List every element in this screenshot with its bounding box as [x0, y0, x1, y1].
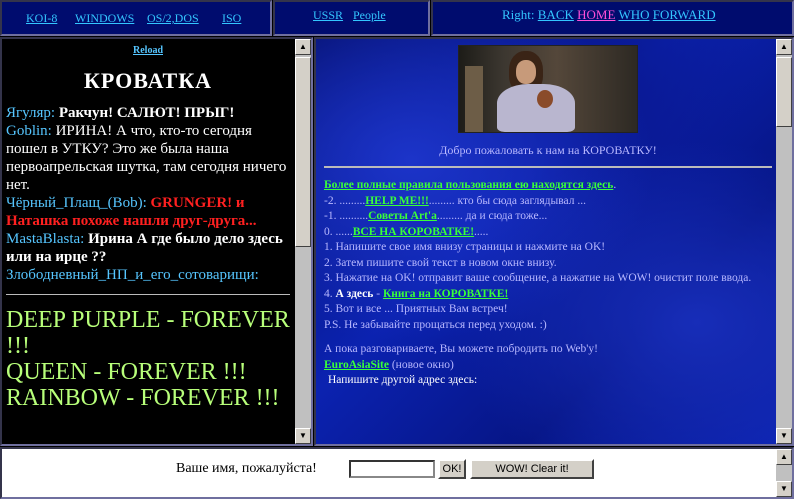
big-line: QUEEN - FOREVER !!! — [6, 359, 247, 385]
welcome-text: Добро пожаловать к нам на КОРОВАТКУ! — [439, 143, 657, 157]
scroll-down-arrow-icon[interactable]: ▼ — [776, 428, 792, 444]
chat-frame: Reload КРОВАТКА Ягуляр: Ракчун! САЛЮТ! П… — [0, 37, 313, 446]
scroll-up-arrow-icon[interactable]: ▲ — [776, 449, 792, 465]
message-user: Злободневный_НП_и_его_сотоварищи — [6, 267, 255, 283]
scroll-thumb[interactable] — [776, 57, 792, 127]
scroll-up-arrow-icon[interactable]: ▲ — [295, 39, 311, 55]
input-frame: Ваше имя, пожалуйста! OK! WOW! Clear it!… — [0, 447, 794, 499]
step-1: 1. Напишите свое имя внизу страницы и на… — [324, 241, 606, 253]
step-2: 2. Затем пишите свой текст в новом окне … — [324, 256, 557, 269]
full-rules-link[interactable]: Более полные правила пользования ею нахо… — [324, 179, 613, 191]
links-frame: USSR People — [273, 0, 430, 36]
chat-message: Злободневный_НП_и_его_сотоварищи: — [6, 267, 259, 283]
forward-link[interactable]: FORWARD — [653, 7, 716, 22]
scroll-down-arrow-icon[interactable]: ▼ — [776, 481, 792, 497]
chat-message: MastaBlasta: Ирина А где было дело здесь… — [6, 231, 283, 265]
who-link[interactable]: WHO — [618, 7, 649, 22]
message-text: Ракчун! САЛЮТ! ПРЫГ! — [58, 105, 235, 121]
encoding-iso-link[interactable]: ISO — [222, 11, 241, 26]
info-content: Добро пожаловать к нам на КОРОВАТКУ! Бол… — [324, 45, 772, 389]
art-advice-link[interactable]: Советы Art'a — [368, 210, 437, 222]
divider — [6, 294, 290, 295]
message-user: Ягуляр — [6, 105, 51, 121]
name-label: Ваше имя, пожалуйста! — [176, 461, 317, 476]
reload-link[interactable]: Reload — [6, 45, 290, 56]
help-me-link[interactable]: HELP ME!!! — [365, 195, 429, 207]
info-frame: Добро пожаловать к нам на КОРОВАТКУ! Бол… — [314, 37, 794, 446]
other-address-label: Напишите другой адрес здесь: — [328, 374, 478, 386]
big-line: RAINBOW - FOREVER !!! — [6, 385, 280, 411]
ok-button[interactable]: OK! — [438, 459, 466, 479]
input-scrollbar[interactable]: ▲ ▼ — [776, 449, 792, 497]
euroasiasite-link[interactable]: EuroAsiaSite — [324, 359, 389, 371]
encoding-windows-link[interactable]: WINDOWS — [75, 11, 134, 26]
teddy-bear-icon — [537, 90, 553, 108]
scroll-down-arrow-icon[interactable]: ▼ — [295, 428, 311, 444]
message-user: MastaBlasta — [6, 231, 81, 247]
rules-list: Более полные правила пользования ею нахо… — [324, 178, 772, 389]
chat-content: Reload КРОВАТКА Ягуляр: Ракчун! САЛЮТ! П… — [6, 45, 290, 411]
divider — [324, 166, 772, 168]
message-user: Goblin — [6, 123, 48, 139]
step-5: 5. Вот и все ... Приятных Вам встреч! — [324, 303, 508, 315]
nav-bar: Right: BACK HOME WHO FORWARD — [502, 7, 716, 23]
guestbook-link[interactable]: Книга на КОРОВАТКЕ! — [383, 288, 508, 300]
name-input[interactable] — [349, 460, 435, 478]
chat-message: Ягуляр: Ракчун! САЛЮТ! ПРЫГ! — [6, 105, 235, 121]
chat-scrollbar[interactable]: ▲ ▼ — [295, 39, 311, 444]
encoding-os2-link[interactable]: OS/2,DOS — [147, 11, 199, 26]
message-user: Чёрный_Плащ_(Bob) — [6, 195, 143, 211]
big-line: DEEP PURPLE - FOREVER !!! — [6, 307, 290, 359]
chat-messages: Ягуляр: Ракчун! САЛЮТ! ПРЫГ! Goblin: ИРИ… — [6, 104, 290, 284]
nav-frame: Right: BACK HOME WHO FORWARD — [431, 0, 794, 36]
girl-photo — [458, 45, 638, 133]
chat-message: Goblin: ИРИНА! А что, кто-то сегодня пош… — [6, 123, 287, 193]
big-message: DEEP PURPLE - FOREVER !!! QUEEN - FOREVE… — [6, 307, 290, 411]
scroll-thumb[interactable] — [295, 57, 311, 247]
nav-label: Right: — [502, 7, 535, 22]
encoding-frame: KOI-8 WINDOWS OS/2,DOS ISO — [0, 0, 272, 36]
all-on-kovatka-link[interactable]: ВСЕ НА КОРОВАТКЕ! — [353, 226, 474, 238]
home-link[interactable]: HOME — [577, 7, 615, 22]
info-scrollbar[interactable]: ▲ ▼ — [776, 39, 792, 444]
ps-text: P.S. Не забывайте прощаться перед уходом… — [324, 318, 547, 331]
clear-button[interactable]: WOW! Clear it! — [470, 459, 594, 479]
ussr-link[interactable]: USSR — [313, 8, 343, 23]
goodbye-text: А пока разговариваете, Вы можете поброди… — [324, 343, 598, 355]
back-link[interactable]: BACK — [538, 7, 574, 22]
scroll-up-arrow-icon[interactable]: ▲ — [776, 39, 792, 55]
chat-message: Чёрный_Плащ_(Bob): GRUNGER! и Наташка по… — [6, 195, 257, 229]
people-link[interactable]: People — [353, 8, 386, 23]
step-3: 3. Нажатие на OK! отправит ваше сообщени… — [324, 272, 752, 284]
encoding-koi8-link[interactable]: KOI-8 — [26, 11, 57, 26]
chat-title: КРОВАТКА — [83, 68, 213, 93]
